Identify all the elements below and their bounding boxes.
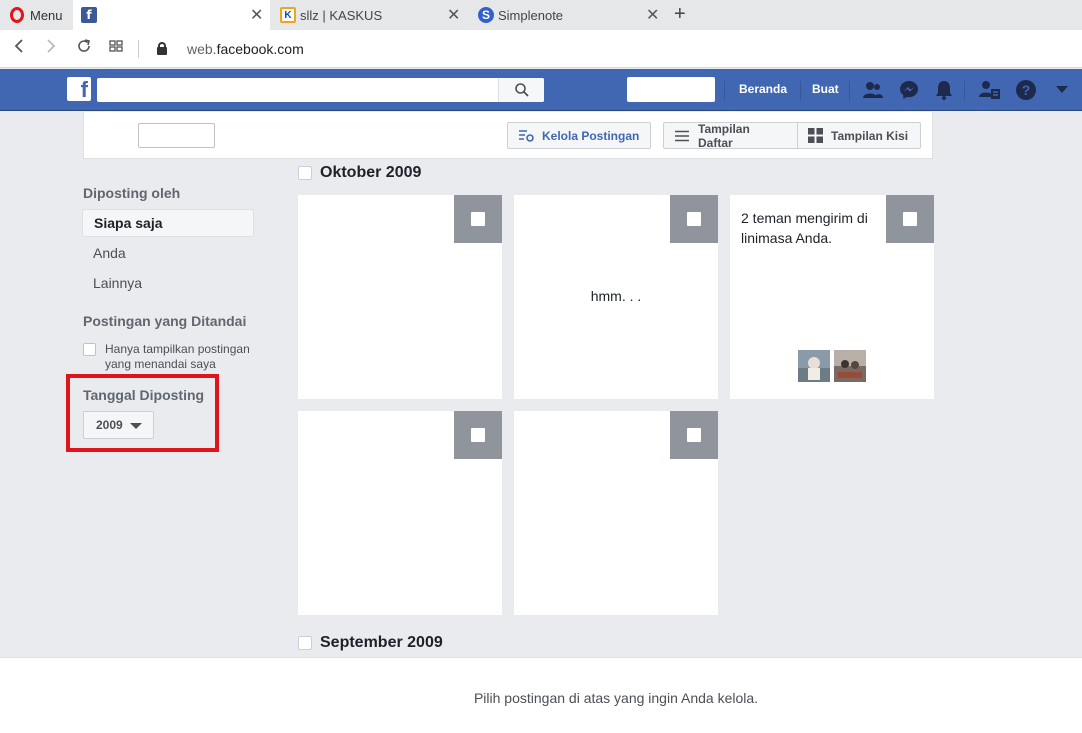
manage-posts-footer: Pilih postingan di atas yang ingin Anda … <box>0 657 1082 733</box>
address-bar: web.facebook.com <box>0 30 1082 68</box>
list-view-button[interactable]: Tampilan Daftar <box>663 121 798 150</box>
browser-tab-bar: Menu f ✕ K sllz | KASKUS ✕ S Simplenote … <box>0 0 1082 30</box>
post-card[interactable]: hmm. . . <box>514 195 718 399</box>
list-view-label: Tampilan Daftar <box>698 121 750 150</box>
notifications-icon[interactable] <box>933 79 955 101</box>
close-icon[interactable]: ✕ <box>447 5 460 25</box>
date-posted-heading: Tanggal Diposting <box>83 387 205 403</box>
tab-label: sllz | KASKUS <box>300 7 383 23</box>
create-link[interactable]: Buat <box>812 82 839 96</box>
divider <box>800 81 801 101</box>
post-select-checkbox[interactable] <box>886 195 934 243</box>
search-icon <box>514 83 529 97</box>
month-heading: September 2009 <box>320 634 443 651</box>
friend-photo-thumbnail[interactable] <box>798 350 830 382</box>
close-icon[interactable]: ✕ <box>646 5 659 25</box>
post-select-checkbox[interactable] <box>670 195 718 243</box>
post-card[interactable] <box>298 411 502 615</box>
messenger-icon[interactable] <box>898 79 920 101</box>
month-select-checkbox[interactable] <box>298 166 312 180</box>
post-card[interactable]: 2 teman mengirim di linimasa Anda. <box>730 195 934 399</box>
divider <box>138 40 139 58</box>
posted-by-anyone[interactable]: Siapa saja <box>82 209 254 237</box>
kaskus-icon: K <box>280 7 296 23</box>
manage-posts-button[interactable]: Kelola Postingan <box>507 122 651 149</box>
manage-posts-label: Kelola Postingan <box>542 128 640 143</box>
opera-menu-button[interactable]: Menu <box>0 0 73 30</box>
posted-by-you[interactable]: Anda <box>82 239 254 267</box>
posted-by-heading: Diposting oleh <box>83 185 181 201</box>
year-dropdown[interactable]: 2009 <box>83 411 154 439</box>
list-icon <box>674 130 690 142</box>
month-heading: Oktober 2009 <box>320 164 422 181</box>
grid-view-button[interactable]: Tampilan Kisi <box>797 122 921 149</box>
only-tagged-label: Hanya tampilkan postingan yang menandai … <box>105 342 250 371</box>
post-select-checkbox[interactable] <box>454 411 502 459</box>
help-icon[interactable]: ? <box>1015 79 1037 101</box>
facebook-logo[interactable]: f <box>67 77 91 101</box>
account-menu-chevron-down-icon[interactable] <box>1051 79 1073 101</box>
friend-requests-icon[interactable] <box>862 79 884 101</box>
home-link[interactable]: Beranda <box>739 82 787 96</box>
filter-input[interactable] <box>138 123 215 148</box>
close-icon[interactable]: ✕ <box>250 5 263 25</box>
divider <box>964 81 965 101</box>
new-tab-icon[interactable]: + <box>674 3 686 26</box>
tab-kaskus[interactable]: K sllz | KASKUS ✕ <box>272 0 469 30</box>
post-card[interactable] <box>298 195 502 399</box>
profile-link[interactable] <box>627 77 715 102</box>
search-button[interactable] <box>498 78 544 102</box>
find-friends-icon[interactable] <box>979 79 1001 101</box>
caret-down-icon <box>130 423 142 429</box>
divider <box>724 81 725 101</box>
svg-text:?: ? <box>1022 82 1031 98</box>
only-tagged-checkbox[interactable] <box>83 343 96 356</box>
back-icon[interactable] <box>12 38 26 59</box>
facebook-top-bar: f Beranda Buat ? <box>0 69 1082 111</box>
month-select-checkbox[interactable] <box>298 636 312 650</box>
year-value: 2009 <box>96 418 123 432</box>
posted-by-others[interactable]: Lainnya <box>82 269 254 297</box>
post-card[interactable] <box>514 411 718 615</box>
grid-view-label: Tampilan Kisi <box>831 128 909 143</box>
tab-facebook[interactable]: f ✕ <box>73 0 270 30</box>
footer-message: Pilih postingan di atas yang ingin Anda … <box>473 690 759 706</box>
reload-icon[interactable] <box>76 38 92 59</box>
speed-dial-icon[interactable] <box>108 38 124 59</box>
friend-photo-thumbnail[interactable] <box>834 350 866 382</box>
manage-settings-icon <box>518 129 534 143</box>
menu-label: Menu <box>30 7 63 23</box>
search-input[interactable] <box>97 78 544 102</box>
tab-label: Simplenote <box>498 7 564 23</box>
grid-icon <box>808 128 823 143</box>
simplenote-icon: S <box>478 7 494 23</box>
opera-logo-icon <box>10 7 24 23</box>
post-select-checkbox[interactable] <box>670 411 718 459</box>
lock-icon[interactable] <box>157 42 167 55</box>
tagged-posts-heading: Postingan yang Ditandai <box>83 313 247 329</box>
post-text: 2 teman mengirim di linimasa Anda. <box>741 210 868 246</box>
post-text: hmm. . . <box>590 288 642 304</box>
post-select-checkbox[interactable] <box>454 195 502 243</box>
forward-icon[interactable] <box>44 38 58 59</box>
divider <box>849 81 850 101</box>
tab-simplenote[interactable]: S Simplenote ✕ <box>470 0 667 30</box>
url-field[interactable]: web.facebook.com <box>187 41 304 57</box>
facebook-icon: f <box>81 7 97 23</box>
